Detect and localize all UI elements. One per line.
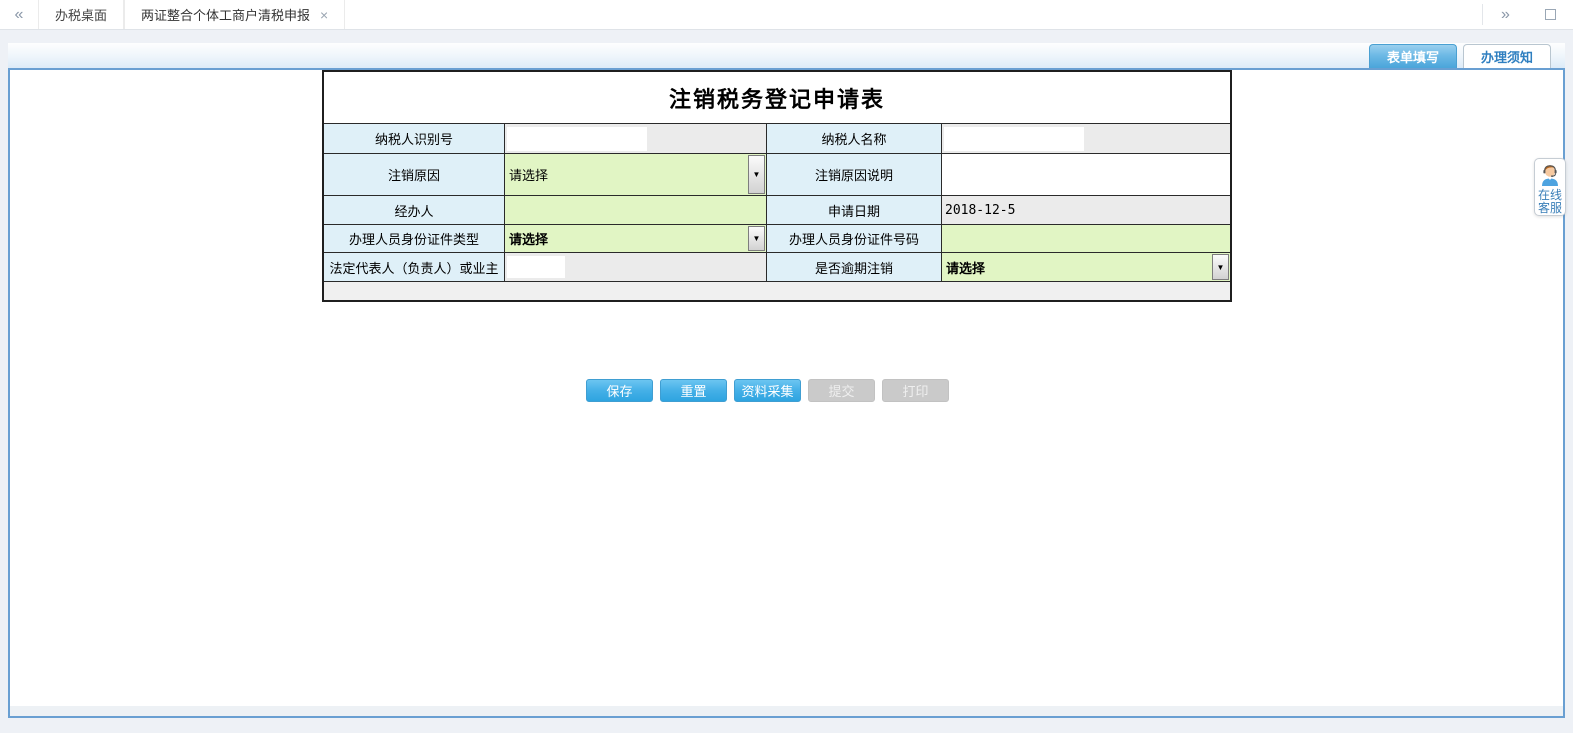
taxpayer-name-cell (942, 124, 1230, 154)
tab-label: 办税桌面 (55, 5, 107, 24)
data-collect-button[interactable]: 资料采集 (734, 379, 801, 402)
overdue-cancel-select[interactable]: 请选择 ▼ (942, 253, 1230, 282)
topbar-spacer (345, 0, 1482, 29)
tab-label: 两证整合个体工商户清税申报 (141, 5, 310, 24)
handler-cert-type-label: 办理人员身份证件类型 (324, 225, 505, 253)
print-button-disabled: 打印 (882, 379, 949, 402)
handler-cert-type-selected-value: 请选择 (509, 229, 548, 248)
tab-cleartax-declare[interactable]: 两证整合个体工商户清税申报 × (124, 0, 345, 29)
customer-service-avatar-icon (1538, 162, 1562, 189)
panel-header-gradient (8, 43, 1565, 68)
cancel-reason-desc-label: 注销原因说明 (767, 154, 942, 196)
apply-date-label: 申请日期 (767, 196, 942, 225)
cancel-reason-desc-input[interactable] (942, 154, 1230, 196)
submit-button-disabled: 提交 (808, 379, 875, 402)
collapse-tabs-icon[interactable]: « (0, 0, 38, 29)
panel-bottom-scroll-strip (10, 706, 1563, 716)
handler-cert-no-label: 办理人员身份证件号码 (767, 225, 942, 253)
online-service-widget[interactable]: 在线 客服 (1534, 158, 1566, 216)
overdue-cancel-selected-value: 请选择 (946, 258, 985, 277)
maximize-icon[interactable] (1528, 0, 1573, 29)
panel-tab-notice[interactable]: 办理须知 (1463, 44, 1551, 68)
handler-cert-type-select[interactable]: 请选择 ▼ (505, 225, 767, 253)
tab-tax-desktop[interactable]: 办税桌面 (38, 0, 124, 29)
legal-person-cell (505, 253, 767, 282)
legal-person-label: 法定代表人（负责人）或业主 (324, 253, 505, 282)
chevron-down-icon[interactable]: ▼ (748, 155, 765, 194)
save-button[interactable]: 保存 (586, 379, 653, 402)
service-label-line2: 客服 (1538, 202, 1562, 215)
top-tab-bar: « 办税桌面 两证整合个体工商户清税申报 × » (0, 0, 1573, 30)
taxpayer-id-label: 纳税人识别号 (324, 124, 505, 154)
taxpayer-id-input[interactable] (507, 127, 647, 151)
agent-label: 经办人 (324, 196, 505, 225)
taxpayer-name-label: 纳税人名称 (767, 124, 942, 154)
legal-person-input[interactable] (507, 256, 565, 278)
form-title: 注销税务登记申请表 (324, 72, 1230, 124)
agent-input[interactable] (505, 196, 767, 225)
cancel-reason-select[interactable]: 请选择 ▼ (505, 154, 767, 196)
panel-tabs: 表单填写 办理须知 (1369, 44, 1551, 68)
cancel-reason-selected-value: 请选择 (509, 165, 548, 184)
overdue-cancel-label: 是否逾期注销 (767, 253, 942, 282)
close-tab-icon[interactable]: × (320, 7, 328, 23)
maximize-square (1545, 9, 1556, 20)
handler-cert-no-input[interactable] (942, 225, 1230, 253)
table-footer-strip (324, 282, 1230, 300)
chevron-down-icon[interactable]: ▼ (1212, 254, 1229, 280)
taxpayer-id-cell (505, 124, 767, 154)
action-button-row: 保存 重置 资料采集 提交 打印 (586, 379, 949, 402)
cancel-reason-label: 注销原因 (324, 154, 505, 196)
chevron-down-icon[interactable]: ▼ (748, 226, 765, 251)
expand-tabs-icon[interactable]: » (1483, 0, 1528, 29)
cancellation-form-table: 注销税务登记申请表 纳税人识别号 纳税人名称 注销原因 请选择 ▼ 注销原因说明… (322, 70, 1232, 302)
taxpayer-name-input[interactable] (944, 127, 1084, 151)
apply-date-value: 2018-12-5 (942, 196, 1230, 225)
reset-button[interactable]: 重置 (660, 379, 727, 402)
panel-tab-form-fill[interactable]: 表单填写 (1369, 44, 1457, 68)
